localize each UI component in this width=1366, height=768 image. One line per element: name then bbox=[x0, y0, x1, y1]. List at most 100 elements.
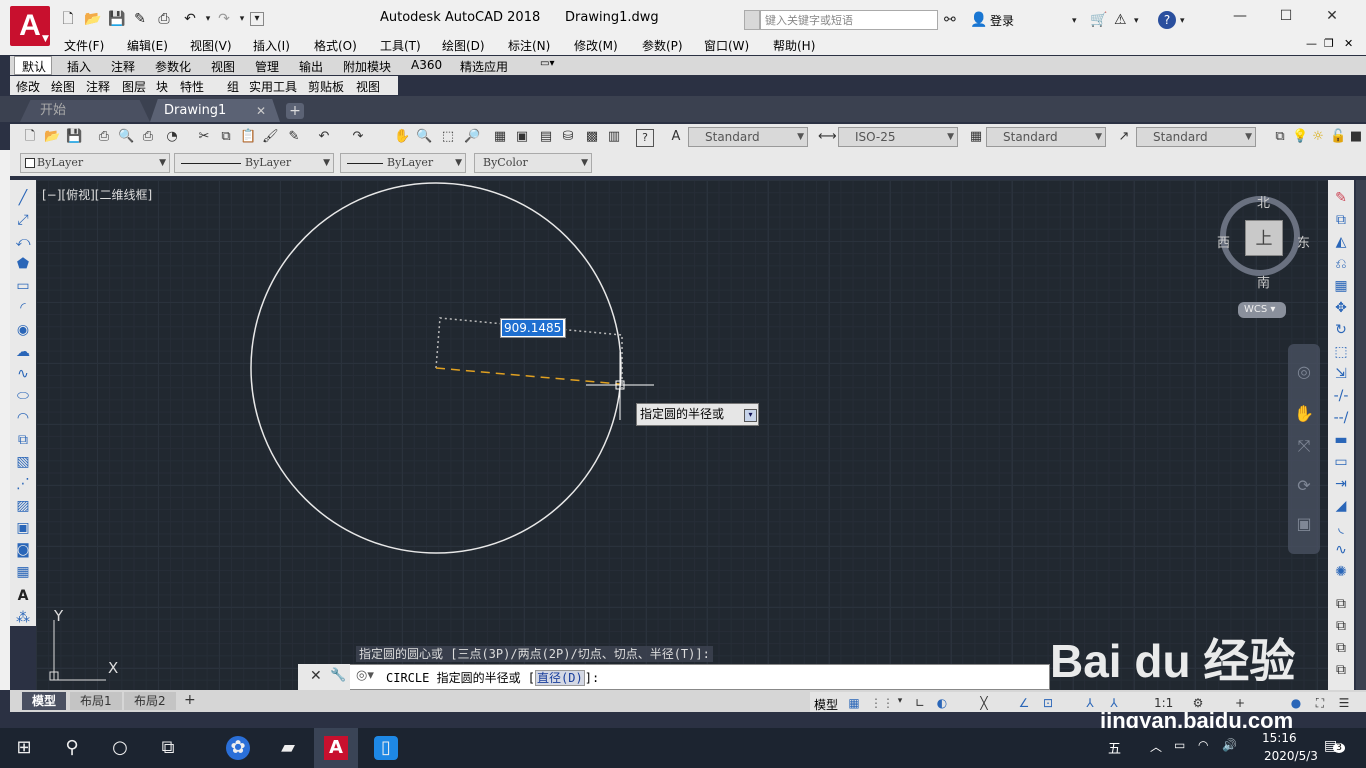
zoom-window-icon[interactable]: ⬚ bbox=[440, 129, 456, 145]
dim-style-icon[interactable]: ⟷ bbox=[818, 129, 837, 145]
zoom-extents-icon[interactable]: ⤧ bbox=[1294, 436, 1314, 456]
clock-time[interactable]: 15:16 bbox=[1262, 731, 1297, 745]
add-tab-button[interactable]: + bbox=[286, 103, 304, 119]
menu-parametric[interactable]: 参数(P) bbox=[642, 37, 683, 54]
clock-date[interactable]: 2020/5/3 bbox=[1264, 749, 1318, 763]
text-style-select[interactable]: Standard ▼ bbox=[688, 127, 808, 147]
copy-object-icon[interactable]: ⧉ bbox=[1330, 210, 1352, 230]
mleader-style-select[interactable]: Standard ▼ bbox=[1136, 127, 1256, 147]
zoom-previous-icon[interactable]: 🔎 bbox=[464, 129, 480, 145]
redo-icon[interactable]: ↷ bbox=[216, 11, 232, 27]
undo-icon[interactable]: ↶ bbox=[182, 11, 198, 27]
new-file-icon[interactable]: 🗋 bbox=[60, 11, 76, 27]
open-folder-icon[interactable]: 📂 bbox=[84, 11, 101, 27]
panel-utilities[interactable]: 实用工具 bbox=[249, 78, 297, 95]
cortana-icon[interactable]: ○ bbox=[108, 736, 132, 760]
ribbon-tab-a360[interactable]: A360 bbox=[411, 58, 442, 72]
cut-icon[interactable]: ✂ bbox=[196, 129, 212, 145]
customize-wrench-icon[interactable]: 🔧 bbox=[330, 668, 346, 683]
menu-format[interactable]: 格式(O) bbox=[314, 37, 357, 54]
doc-restore-icon[interactable]: ❐ bbox=[1324, 37, 1334, 50]
add-selected-icon[interactable]: ⁂ bbox=[12, 608, 34, 628]
app-dropdown-icon[interactable]: ▾ bbox=[1134, 16, 1139, 26]
app-launcher-icon[interactable]: ✿ bbox=[226, 736, 250, 760]
publish-icon[interactable]: ⎙ bbox=[140, 129, 156, 145]
array-icon[interactable]: ▦ bbox=[1330, 276, 1352, 296]
ribbon-tab-featured[interactable]: 精选应用 bbox=[460, 58, 508, 75]
panel-clipboard[interactable]: 剪贴板 bbox=[308, 78, 344, 95]
blend-curves-icon[interactable]: ∿ bbox=[1330, 540, 1352, 560]
tab-start[interactable]: 开始 bbox=[20, 100, 150, 122]
save-icon[interactable]: 💾 bbox=[108, 11, 125, 27]
ribbon-tab-parametric[interactable]: 参数化 bbox=[155, 58, 191, 75]
panel-annotate[interactable]: 注释 bbox=[86, 78, 110, 95]
table-style-icon[interactable]: ▦ bbox=[968, 129, 984, 145]
block-editor-icon[interactable]: ✎ bbox=[286, 129, 302, 145]
multiline-text-icon[interactable]: A bbox=[12, 586, 34, 606]
markup-icon[interactable]: ▩ bbox=[584, 129, 600, 145]
doc-minimize-icon[interactable]: — bbox=[1306, 37, 1317, 50]
circle-icon[interactable]: ◉ bbox=[12, 320, 34, 340]
stretch-icon[interactable]: ⇲ bbox=[1330, 364, 1352, 384]
dynamic-input-value[interactable]: 909.1485 bbox=[502, 320, 564, 336]
command-prompt[interactable]: CIRCLE 指定圆的半径或 [直径(D)]: bbox=[386, 669, 599, 686]
autocad-taskbar-button[interactable]: A bbox=[314, 728, 358, 768]
compass-east[interactable]: 东 bbox=[1297, 232, 1310, 251]
panel-layers[interactable]: 图层 bbox=[122, 78, 146, 95]
pan-icon[interactable]: ✋ bbox=[394, 129, 410, 145]
paste-icon[interactable]: 📋 bbox=[240, 129, 256, 145]
help-toolbar-icon[interactable]: ? bbox=[636, 129, 654, 147]
fillet-icon[interactable]: ◟ bbox=[1330, 518, 1352, 538]
break-icon[interactable]: ▭ bbox=[1330, 452, 1352, 472]
task-view-icon[interactable]: ⧉ bbox=[156, 736, 180, 760]
redo-toolbar-icon[interactable]: ↷ bbox=[350, 129, 366, 145]
gradient-icon[interactable]: ▣ bbox=[12, 518, 34, 538]
plot-icon[interactable]: ⎙ bbox=[96, 129, 112, 145]
tab-layout2[interactable]: 布局2 bbox=[124, 692, 176, 710]
close-command-line-icon[interactable]: ✕ bbox=[310, 668, 322, 684]
menu-file[interactable]: 文件(F) bbox=[64, 37, 104, 54]
compass-north[interactable]: 北 bbox=[1257, 192, 1270, 211]
table-style-select[interactable]: Standard ▼ bbox=[986, 127, 1106, 147]
help-dropdown-icon[interactable]: ▾ bbox=[1180, 16, 1185, 26]
tray-app-icon[interactable]: ▭ bbox=[1174, 738, 1185, 752]
ribbon-tab-output[interactable]: 输出 bbox=[299, 58, 323, 75]
undo-dropdown-icon[interactable]: ▾ bbox=[200, 11, 216, 27]
customization-icon[interactable]: ☰ bbox=[1336, 696, 1352, 710]
hatch-icon[interactable]: ▨ bbox=[12, 496, 34, 516]
point-icon[interactable]: ⋰ bbox=[12, 474, 34, 494]
calculator-icon[interactable]: ▥ bbox=[606, 129, 622, 145]
save-as-icon[interactable]: ✎ bbox=[132, 11, 148, 27]
clean-screen-icon[interactable]: ⛶ bbox=[1312, 696, 1328, 711]
line-icon[interactable]: ╱ bbox=[12, 188, 34, 208]
ortho-icon[interactable]: ∟ bbox=[912, 696, 928, 710]
plotstyle-select[interactable]: ByColor ▼ bbox=[474, 153, 592, 173]
menu-view[interactable]: 视图(V) bbox=[190, 37, 232, 54]
taskbar-search-icon[interactable]: ⚲ bbox=[60, 736, 84, 760]
panel-properties[interactable]: 特性 bbox=[180, 78, 204, 95]
rectangle-icon[interactable]: ▭ bbox=[12, 276, 34, 296]
arc-icon[interactable]: ◜ bbox=[12, 298, 34, 318]
wifi-icon[interactable]: ◠ bbox=[1198, 738, 1208, 752]
print-icon[interactable]: ⎙ bbox=[156, 11, 172, 27]
ribbon-toggle-icon[interactable]: ▭▾ bbox=[540, 58, 554, 69]
ribbon-tab-view[interactable]: 视图 bbox=[211, 58, 235, 75]
minimize-icon[interactable]: — bbox=[1220, 8, 1260, 24]
add-layout-icon[interactable]: + bbox=[184, 692, 196, 708]
help-icon[interactable]: ? bbox=[1158, 11, 1176, 29]
recent-commands-icon[interactable]: ◎▾ bbox=[356, 668, 374, 683]
menu-dimension[interactable]: 标注(N) bbox=[508, 37, 550, 54]
layer-color-select[interactable]: ByLayer ▼ bbox=[20, 153, 170, 173]
login-dropdown-icon[interactable]: ▾ bbox=[1072, 16, 1077, 26]
tab-model[interactable]: 模型 bbox=[22, 692, 67, 710]
construction-line-icon[interactable]: ⤢ bbox=[12, 210, 34, 230]
diameter-option[interactable]: 直径(D) bbox=[535, 670, 585, 686]
region-icon[interactable]: ◙ bbox=[12, 540, 34, 560]
extend-icon[interactable]: --/ bbox=[1330, 408, 1352, 428]
panel-block[interactable]: 块 bbox=[156, 78, 168, 95]
open-icon[interactable]: 📂 bbox=[44, 129, 60, 145]
zoom-realtime-icon[interactable]: 🔍 bbox=[416, 129, 432, 145]
erase-icon[interactable]: ✎ bbox=[1330, 188, 1352, 208]
prompt-options-icon[interactable]: ▾ bbox=[744, 409, 757, 422]
ribbon-tab-annotate[interactable]: 注释 bbox=[111, 58, 135, 75]
